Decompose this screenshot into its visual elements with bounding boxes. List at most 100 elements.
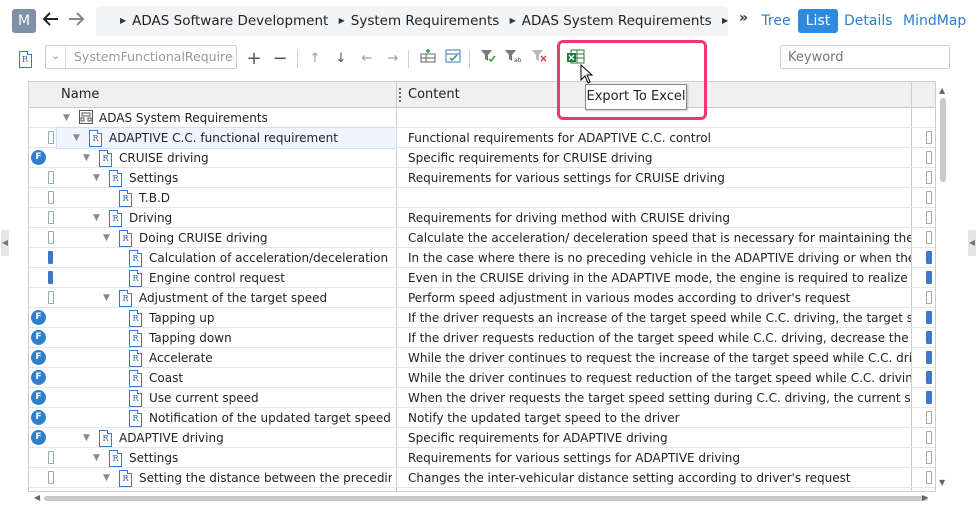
expand-toggle-icon[interactable]: ▼ (93, 453, 100, 463)
name-cell[interactable]: R Tapping up (57, 308, 396, 328)
scroll-down-icon[interactable]: ▼ (939, 478, 945, 487)
breadcrumb-item[interactable]: ADAS Software Development (132, 13, 328, 29)
column-resize-grip[interactable] (399, 88, 402, 102)
function-badge-icon[interactable]: F (31, 350, 46, 365)
move-up-icon[interactable]: ↑ (305, 49, 325, 69)
scroll-right-icon[interactable]: ▶ (922, 493, 928, 502)
function-badge-icon[interactable]: F (31, 330, 46, 345)
view-details-button[interactable]: Details (844, 9, 893, 33)
name-cell[interactable]: R Tapping down (57, 328, 396, 348)
filter-text-icon[interactable]: ab (503, 49, 523, 69)
name-cell[interactable]: ▼ R Driving (57, 208, 396, 228)
name-cell[interactable]: ▼ R ADAPTIVE C.C. functional requirement (56, 127, 397, 149)
table-row[interactable]: F R Notification of the updated target spe… (29, 408, 935, 428)
table-row[interactable]: F ▼ R CRUISE driving Specific requirements f… (29, 148, 935, 168)
name-cell[interactable]: ▼ R Setting the distance between the prece… (57, 468, 396, 488)
table-row[interactable]: F R Tapping up If the driver requests an in… (29, 308, 935, 328)
column-header-name[interactable]: Name (61, 82, 99, 108)
expand-toggle-icon[interactable]: ▼ (103, 473, 110, 483)
name-cell[interactable]: R T.B.D (57, 188, 396, 208)
more-button[interactable]: » (739, 10, 748, 26)
table-row[interactable]: R Engine control request Even in the CRUIS… (29, 268, 935, 288)
name-cell[interactable]: R Use current speed (57, 388, 396, 408)
view-tree-button[interactable]: Tree (759, 9, 793, 33)
function-badge-icon[interactable]: F (31, 390, 46, 405)
table-row[interactable]: R T.B.D (29, 188, 935, 208)
expand-toggle-icon[interactable]: ▼ (73, 133, 80, 143)
table-row[interactable]: R Calculation of acceleration/deceleratio… (29, 248, 935, 268)
content-cell[interactable]: While the driver continues to request th… (408, 348, 911, 368)
table-row[interactable]: ▼ R Adjustment of the target speed Perform … (29, 288, 935, 308)
table-row[interactable]: F R Accelerate While the driver continues t… (29, 348, 935, 368)
function-badge-icon[interactable]: F (31, 430, 46, 445)
content-cell[interactable]: Perform speed adjustment in various mode… (408, 288, 911, 308)
expand-toggle-icon[interactable]: ▼ (83, 433, 90, 443)
table-row[interactable]: ▼ R Setting the distance between the prece… (29, 468, 935, 488)
scroll-left-icon[interactable]: ◀ (34, 493, 40, 502)
back-arrow-icon[interactable] (42, 9, 60, 33)
view-mindmap-button[interactable]: MindMap (903, 9, 966, 33)
content-cell[interactable]: Notify the updated target speed to the d… (408, 408, 911, 428)
content-cell[interactable]: Requirements for various settings for AD… (408, 448, 911, 468)
path-combo[interactable]: ⌄ SystemFunctionalRequirements (45, 45, 237, 69)
table-check-icon[interactable] (443, 49, 463, 69)
table-row[interactable]: F ▼ R ADAPTIVE driving Specific requirements… (29, 428, 935, 448)
avatar[interactable]: M (12, 9, 36, 33)
insert-row-icon[interactable] (418, 49, 438, 69)
name-cell[interactable]: R Notification of the updated target spee… (57, 408, 396, 428)
filter-clear-icon[interactable] (529, 49, 549, 69)
move-left-icon[interactable]: ← (357, 49, 377, 69)
name-cell[interactable]: R Engine control request (57, 268, 396, 288)
name-cell[interactable]: ▼ R Settings (57, 448, 396, 468)
name-cell[interactable]: ▼ R CRUISE driving (57, 148, 396, 168)
content-cell[interactable]: Calculate the acceleration/ deceleration… (408, 228, 911, 248)
table-row[interactable]: F R Tapping down If the driver requests red… (29, 328, 935, 348)
name-cell[interactable]: ▼ R Adjustment of the target speed (57, 288, 396, 308)
scroll-up-icon[interactable]: ▲ (939, 86, 945, 95)
table-row[interactable]: ▼ ADAS System Requirements (29, 108, 935, 128)
content-cell[interactable]: Requirements for driving method with CRU… (408, 208, 911, 228)
function-badge-icon[interactable]: F (31, 150, 46, 165)
name-cell[interactable]: R Calculation of acceleration/deceleratio… (57, 248, 396, 268)
expand-toggle-icon[interactable]: ▼ (93, 173, 100, 183)
expand-toggle-icon[interactable]: ▼ (83, 153, 90, 163)
expand-toggle-icon[interactable]: ▼ (93, 213, 100, 223)
name-cell[interactable]: R Accelerate (57, 348, 396, 368)
content-cell[interactable]: Functional requirements for ADAPTIVE C.C… (408, 128, 911, 148)
table-row[interactable]: ▼ R Doing CRUISE driving Calculate the acce… (29, 228, 935, 248)
content-cell[interactable]: Specific requirements for CRUISE driving (408, 148, 911, 168)
function-badge-icon[interactable]: F (31, 310, 46, 325)
table-row[interactable]: F R Coast While the driver continues to req… (29, 368, 935, 388)
name-cell[interactable]: ▼ R Settings (57, 168, 396, 188)
vertical-scrollbar[interactable]: ▲ ▼ (939, 86, 947, 487)
forward-arrow-icon[interactable] (67, 9, 85, 33)
requirement-type-icon[interactable]: R (15, 49, 35, 69)
table-row[interactable]: F R Use current speed When the driver reque… (29, 388, 935, 408)
content-cell[interactable]: In the case where there is no preceding … (408, 248, 911, 268)
expand-toggle-icon[interactable]: ▼ (63, 113, 70, 123)
expand-toggle-icon[interactable]: ▼ (103, 293, 110, 303)
horizontal-scrollbar[interactable]: ◀ ▶ (34, 493, 930, 504)
view-list-button[interactable]: List (798, 9, 838, 33)
chevron-down-icon[interactable]: ⌄ (46, 46, 66, 68)
vertical-scroll-thumb[interactable] (940, 98, 946, 182)
table-row[interactable]: ▼ R Settings Requirements for various setti… (29, 448, 935, 468)
content-cell[interactable]: Changes the inter-vehicular distance set… (408, 468, 911, 488)
name-cell[interactable]: R Coast (57, 368, 396, 388)
content-cell[interactable]: Requirements for various settings for CR… (408, 168, 911, 188)
chevron-right-icon[interactable]: ▶ (722, 16, 728, 25)
name-cell[interactable]: ▼ ADAS System Requirements (57, 108, 396, 128)
add-icon[interactable]: + (244, 49, 264, 69)
content-cell[interactable]: While the driver continues to request re… (408, 368, 911, 388)
content-cell[interactable]: Specific requirements for ADAPTIVE drivi… (408, 428, 911, 448)
table-row[interactable]: ▼ R ADAPTIVE C.C. functional requirement Fu… (29, 127, 935, 149)
table-row[interactable]: ▼ R Driving Requirements for driving method… (29, 208, 935, 228)
keyword-search-input[interactable] (780, 45, 950, 69)
path-field[interactable]: SystemFunctionalRequirements (74, 46, 234, 68)
table-row[interactable]: ▼ R Settings Requirements for various setti… (29, 168, 935, 188)
content-cell[interactable]: If the driver requests an increase of th… (408, 308, 911, 328)
breadcrumb-item[interactable]: ADAS System Requirements (522, 13, 712, 29)
expand-toggle-icon[interactable]: ▼ (103, 233, 110, 243)
name-cell[interactable]: ▼ R Doing CRUISE driving (57, 228, 396, 248)
left-panel-toggle[interactable]: ◀ (1, 230, 9, 256)
